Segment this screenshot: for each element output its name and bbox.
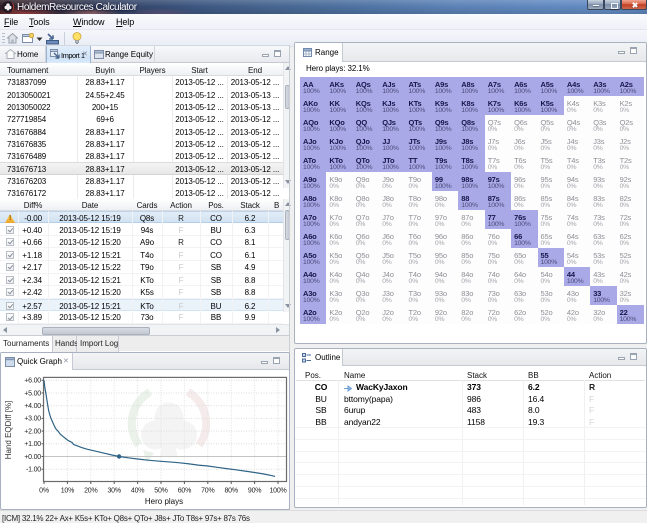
svg-text:+1.00: +1.00	[24, 441, 41, 448]
svg-text:+3.00: +3.00	[24, 416, 41, 423]
svg-text:60%: 60%	[178, 488, 191, 495]
svg-text:20%: 20%	[84, 488, 97, 495]
svg-text:10%: 10%	[61, 488, 74, 495]
svg-text:Hero plays: Hero plays	[145, 497, 183, 506]
svg-text:80%: 80%	[224, 488, 237, 495]
svg-text:Hand EQDiff [%]: Hand EQDiff [%]	[4, 401, 13, 460]
svg-text:30%: 30%	[107, 488, 120, 495]
svg-text:+4.00: +4.00	[24, 403, 41, 410]
svg-text:40%: 40%	[131, 488, 144, 495]
svg-text:+2.00: +2.00	[24, 428, 41, 435]
svg-text:-1.00: -1.00	[26, 467, 41, 474]
svg-text:70%: 70%	[201, 488, 214, 495]
svg-text:90%: 90%	[248, 488, 261, 495]
svg-text:50%: 50%	[154, 488, 167, 495]
svg-text:100%: 100%	[269, 488, 286, 495]
svg-text:+5.00: +5.00	[24, 390, 41, 397]
svg-text:+6.00: +6.00	[24, 378, 41, 385]
svg-text:0%: 0%	[39, 488, 49, 495]
svg-text:+0.00: +0.00	[24, 454, 41, 461]
